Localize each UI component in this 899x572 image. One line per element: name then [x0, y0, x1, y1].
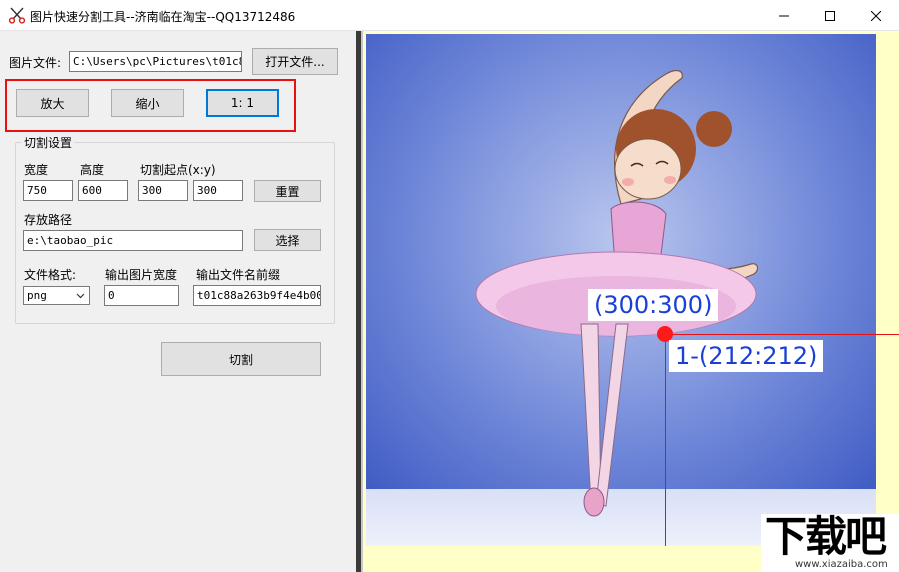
height-label: 高度: [80, 163, 105, 177]
minimize-icon: [779, 15, 789, 16]
zoom-out-button[interactable]: 缩小: [111, 89, 184, 117]
cut-settings-title: 切割设置: [22, 134, 75, 151]
window-title: 图片快速分割工具--济南临在淘宝--QQ13712486: [30, 10, 296, 24]
scissors-icon: [8, 7, 26, 24]
image-file-path-input[interactable]: C:\Users\pc\Pictures\t01c88a: [69, 51, 242, 72]
cut-origin-label: 切割起点(x:y): [140, 163, 216, 177]
reset-button[interactable]: 重置: [254, 180, 321, 202]
chevron-down-icon: [76, 293, 85, 299]
file-format-select[interactable]: png: [23, 286, 90, 305]
close-button[interactable]: [853, 0, 899, 31]
title-bar: 图片快速分割工具--济南临在淘宝--QQ13712486: [0, 0, 899, 31]
origin-coordinate-readout: (300:300): [588, 289, 719, 321]
filename-prefix-label: 输出文件名前缀: [196, 268, 281, 282]
watermark-logo-text: 下载吧: [765, 512, 887, 561]
save-path-label: 存放路径: [24, 213, 73, 227]
image-preview-area[interactable]: (300:300) 1-(212:212): [363, 31, 899, 572]
cut-button[interactable]: 切割: [161, 342, 321, 376]
height-input[interactable]: 600: [78, 180, 128, 201]
choose-path-button[interactable]: 选择: [254, 229, 321, 251]
watermark-url: www.xiazaiba.com: [795, 559, 888, 570]
site-watermark: 下载吧 www.xiazaiba.com: [761, 514, 899, 572]
filename-prefix-input[interactable]: t01c88a263b9f4e4b00_W: [193, 285, 321, 306]
output-width-input[interactable]: 0: [104, 285, 179, 306]
output-width-label: 输出图片宽度: [105, 268, 178, 282]
width-label: 宽度: [24, 163, 49, 177]
save-path-input[interactable]: e:\taobao_pic: [23, 230, 243, 251]
crop-guide-horizontal: [665, 334, 899, 335]
file-format-label: 文件格式:: [24, 268, 77, 282]
crop-guide-vertical: [665, 334, 666, 546]
tile-size-readout: 1-(212:212): [669, 340, 824, 372]
minimize-button[interactable]: [761, 0, 807, 31]
maximize-button[interactable]: [807, 0, 853, 31]
image-file-label: 图片文件:: [9, 56, 62, 70]
file-format-value: png: [27, 289, 47, 302]
actual-size-button[interactable]: 1: 1: [206, 89, 279, 117]
zoom-in-button[interactable]: 放大: [16, 89, 89, 117]
origin-x-input[interactable]: 300: [138, 180, 188, 201]
width-input[interactable]: 750: [23, 180, 73, 201]
close-icon: [871, 10, 881, 21]
origin-y-input[interactable]: 300: [193, 180, 243, 201]
maximize-icon: [825, 10, 835, 21]
open-file-button[interactable]: 打开文件...: [252, 48, 338, 75]
control-panel: 图片文件: C:\Users\pc\Pictures\t01c88a 打开文件.…: [0, 31, 356, 572]
